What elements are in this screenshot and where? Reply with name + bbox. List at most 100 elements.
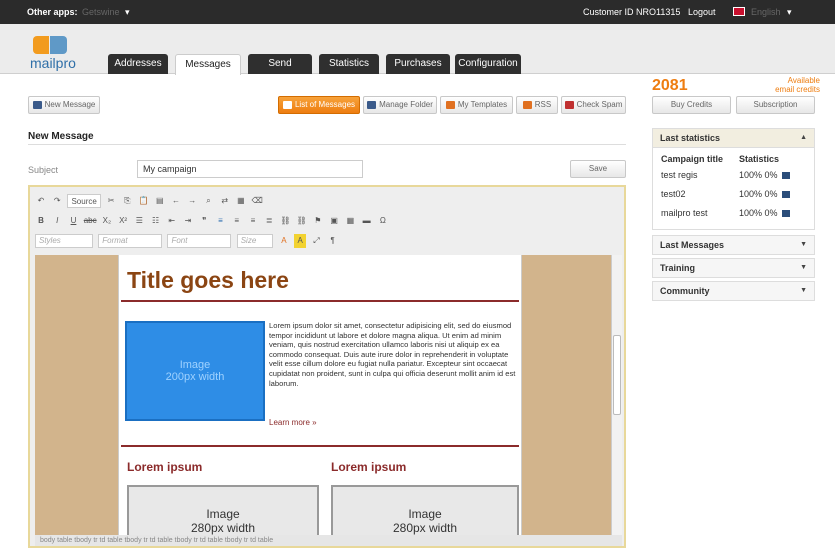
col-campaign-title: Campaign title — [661, 154, 724, 164]
special-char-icon[interactable]: Ω — [377, 214, 389, 228]
find-icon[interactable]: ⌕ — [202, 194, 214, 208]
table-icon[interactable]: ▦ — [344, 214, 356, 228]
chart-icon[interactable] — [781, 191, 790, 199]
buy-credits-button[interactable]: Buy Credits — [652, 96, 731, 114]
numbered-list-icon[interactable]: ☰ — [133, 214, 145, 228]
rss-button[interactable]: RSS — [516, 96, 558, 114]
credits-count: 2081 — [652, 77, 688, 94]
column-2-heading[interactable]: Lorem ipsum — [331, 460, 406, 474]
subscript-icon[interactable]: X₂ — [101, 214, 113, 228]
new-message-button[interactable]: New Message — [28, 96, 100, 114]
scrollbar-thumb[interactable] — [613, 335, 621, 415]
campaign-title[interactable]: mailpro test — [661, 208, 708, 218]
last-statistics-header[interactable]: Last statistics ▲ — [652, 128, 815, 148]
campaign-stat: 100% 0% — [739, 170, 790, 180]
logout-link[interactable]: Logout — [688, 7, 716, 17]
page-title: New Message — [28, 131, 94, 142]
styles-select[interactable]: Styles — [35, 234, 93, 248]
campaign-title[interactable]: test regis — [661, 170, 698, 180]
superscript-icon[interactable]: X² — [117, 214, 129, 228]
hr-icon[interactable]: ▬ — [361, 214, 373, 228]
align-center-icon[interactable]: ≡ — [231, 214, 243, 228]
divider — [28, 144, 626, 145]
tab-statistics[interactable]: Statistics — [319, 54, 379, 74]
text-color-icon[interactable]: A — [278, 234, 290, 248]
subject-input[interactable] — [137, 160, 363, 178]
copy-icon[interactable]: ⎘ — [121, 194, 133, 208]
my-templates-button[interactable]: My Templates — [440, 96, 513, 114]
outdent-icon[interactable]: ⇤ — [166, 214, 178, 228]
undo-arrow-icon[interactable]: ← — [170, 194, 182, 208]
redo-icon[interactable]: ↷ — [51, 194, 63, 208]
list-of-messages-button[interactable]: List of Messages — [278, 96, 360, 114]
cut-icon[interactable]: ✂ — [105, 194, 117, 208]
list-icon — [282, 100, 292, 109]
language-select[interactable]: English — [751, 7, 781, 17]
paste-icon[interactable]: 📋 — [138, 194, 150, 208]
tab-messages[interactable]: Messages — [175, 54, 241, 75]
eraser-icon[interactable]: ⌫ — [251, 194, 263, 208]
check-spam-button[interactable]: Check Spam — [561, 96, 626, 114]
uk-flag-icon — [733, 7, 745, 16]
size-select[interactable]: Size — [236, 234, 273, 248]
image-icon[interactable]: ▣ — [328, 214, 340, 228]
source-button[interactable]: Source — [67, 194, 101, 208]
image-placeholder-main[interactable]: Image 200px width — [125, 321, 265, 421]
italic-icon[interactable]: I — [51, 214, 63, 228]
training-header[interactable]: Training ▼ — [652, 258, 815, 278]
align-right-icon[interactable]: ≡ — [247, 214, 259, 228]
paste-word-icon[interactable]: ▤ — [154, 194, 166, 208]
maximize-icon[interactable]: ⤢ — [310, 234, 322, 248]
align-left-icon[interactable]: ≡ — [214, 214, 226, 228]
campaign-title[interactable]: test02 — [661, 189, 686, 199]
bullet-list-icon[interactable]: ☷ — [150, 214, 162, 228]
tab-purchases[interactable]: Purchases — [386, 54, 450, 74]
other-apps-select[interactable]: Getswine — [82, 7, 120, 17]
font-select[interactable]: Font — [167, 234, 232, 248]
blockquote-icon[interactable]: ❞ — [198, 214, 210, 228]
column-1-heading[interactable]: Lorem ipsum — [127, 460, 202, 474]
undo-icon[interactable]: ↶ — [35, 194, 47, 208]
chart-icon[interactable] — [781, 172, 790, 180]
image-placeholder-col2[interactable]: Image 280px width — [331, 485, 519, 535]
format-select[interactable]: Format — [98, 234, 163, 248]
template-icon — [445, 100, 455, 109]
bg-color-icon[interactable]: A — [294, 234, 307, 248]
replace-icon[interactable]: ⇄ — [219, 194, 231, 208]
community-header[interactable]: Community ▼ — [652, 281, 815, 301]
manage-folder-button[interactable]: Manage Folder — [363, 96, 437, 114]
justify-icon[interactable]: ≣ — [263, 214, 275, 228]
tab-configuration[interactable]: Configuration — [455, 54, 521, 74]
last-messages-header[interactable]: Last Messages ▼ — [652, 235, 815, 255]
chevron-down-icon[interactable]: ▾ — [125, 7, 130, 18]
folder-icon — [367, 100, 377, 109]
indent-icon[interactable]: ⇥ — [182, 214, 194, 228]
chevron-down-icon[interactable]: ▾ — [787, 7, 792, 18]
lorem-paragraph[interactable]: Lorem ipsum dolor sit amet, consectetur … — [269, 321, 517, 388]
show-blocks-icon[interactable]: ¶ — [327, 234, 339, 248]
learn-more-link[interactable]: Learn more » — [269, 418, 317, 427]
rich-text-editor: ↶ ↷ Source ✂ ⎘ 📋 ▤ ← → ⌕ ⇄ ▦ ⌫ B I U abc… — [28, 185, 626, 548]
tab-send[interactable]: Send — [248, 54, 312, 74]
anchor-icon[interactable]: ⚑ — [312, 214, 324, 228]
save-button[interactable]: Save — [570, 160, 626, 178]
underline-icon[interactable]: U — [67, 214, 79, 228]
editor-scrollbar[interactable] — [611, 255, 622, 535]
editor-canvas[interactable]: Title goes here Image 200px width Lorem … — [35, 255, 611, 535]
chevron-down-icon: ▼ — [800, 287, 807, 294]
template-title[interactable]: Title goes here — [127, 267, 289, 294]
tab-addresses[interactable]: Addresses — [108, 54, 168, 74]
logo-text[interactable]: mailpro — [30, 55, 76, 71]
link-icon[interactable]: ⛓ — [279, 214, 291, 228]
top-bar: Other apps: Getswine ▾ Customer ID NRO11… — [0, 0, 835, 24]
subject-label: Subject — [28, 165, 59, 175]
unlink-icon[interactable]: ⛓ — [296, 214, 308, 228]
select-all-icon[interactable]: ▦ — [235, 194, 247, 208]
subscription-button[interactable]: Subscription — [736, 96, 815, 114]
bold-icon[interactable]: B — [35, 214, 47, 228]
chart-icon[interactable] — [781, 210, 790, 218]
redo-arrow-icon[interactable]: → — [186, 194, 198, 208]
image-placeholder-col1[interactable]: Image 280px width — [127, 485, 319, 535]
mailpro-logo-icon[interactable] — [33, 36, 67, 54]
strike-icon[interactable]: abc — [84, 214, 97, 228]
